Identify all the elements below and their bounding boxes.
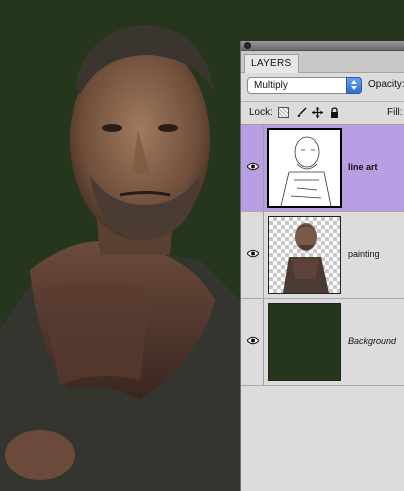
layer-thumbnail-painting[interactable] (268, 216, 341, 294)
layer-thumbnail-background[interactable] (268, 303, 341, 381)
layers-panel: LAYERS Multiply Opacity: Lock: Fill: lin… (240, 41, 404, 491)
eye-icon[interactable] (247, 162, 259, 171)
panel-titlebar[interactable] (241, 41, 404, 51)
blend-mode-value: Multiply (254, 80, 288, 91)
layer-thumbnail-line-art[interactable] (267, 128, 342, 208)
layer-name: line art (348, 162, 378, 172)
lock-all-icon[interactable] (329, 107, 340, 118)
portrait-image (0, 0, 240, 491)
blend-mode-select[interactable]: Multiply (247, 77, 362, 94)
eye-icon[interactable] (247, 249, 259, 258)
lock-label: Lock: (249, 107, 273, 118)
fill-label: Fill: (387, 107, 403, 118)
lock-row: Lock: Fill: (241, 101, 404, 125)
close-icon[interactable] (244, 42, 251, 49)
panel-tab-row: LAYERS (241, 51, 404, 73)
visibility-toggle[interactable] (241, 299, 264, 385)
layer-row-painting[interactable]: painting (241, 212, 404, 299)
tab-layers[interactable]: LAYERS (244, 54, 299, 73)
lock-move-icon[interactable] (312, 107, 323, 118)
layer-name: Background (348, 336, 397, 346)
layer-name: painting (348, 249, 380, 259)
visibility-toggle[interactable] (241, 125, 264, 211)
opacity-label: Opacity: (368, 79, 404, 90)
lock-transparent-icon[interactable] (278, 107, 289, 118)
dropdown-arrow-icon[interactable] (346, 77, 362, 94)
layer-row-background[interactable]: Background (241, 299, 404, 386)
eye-icon[interactable] (247, 336, 259, 345)
visibility-toggle[interactable] (241, 212, 264, 298)
layer-row-line-art[interactable]: line art (241, 125, 404, 212)
lock-brush-icon[interactable] (296, 107, 307, 118)
